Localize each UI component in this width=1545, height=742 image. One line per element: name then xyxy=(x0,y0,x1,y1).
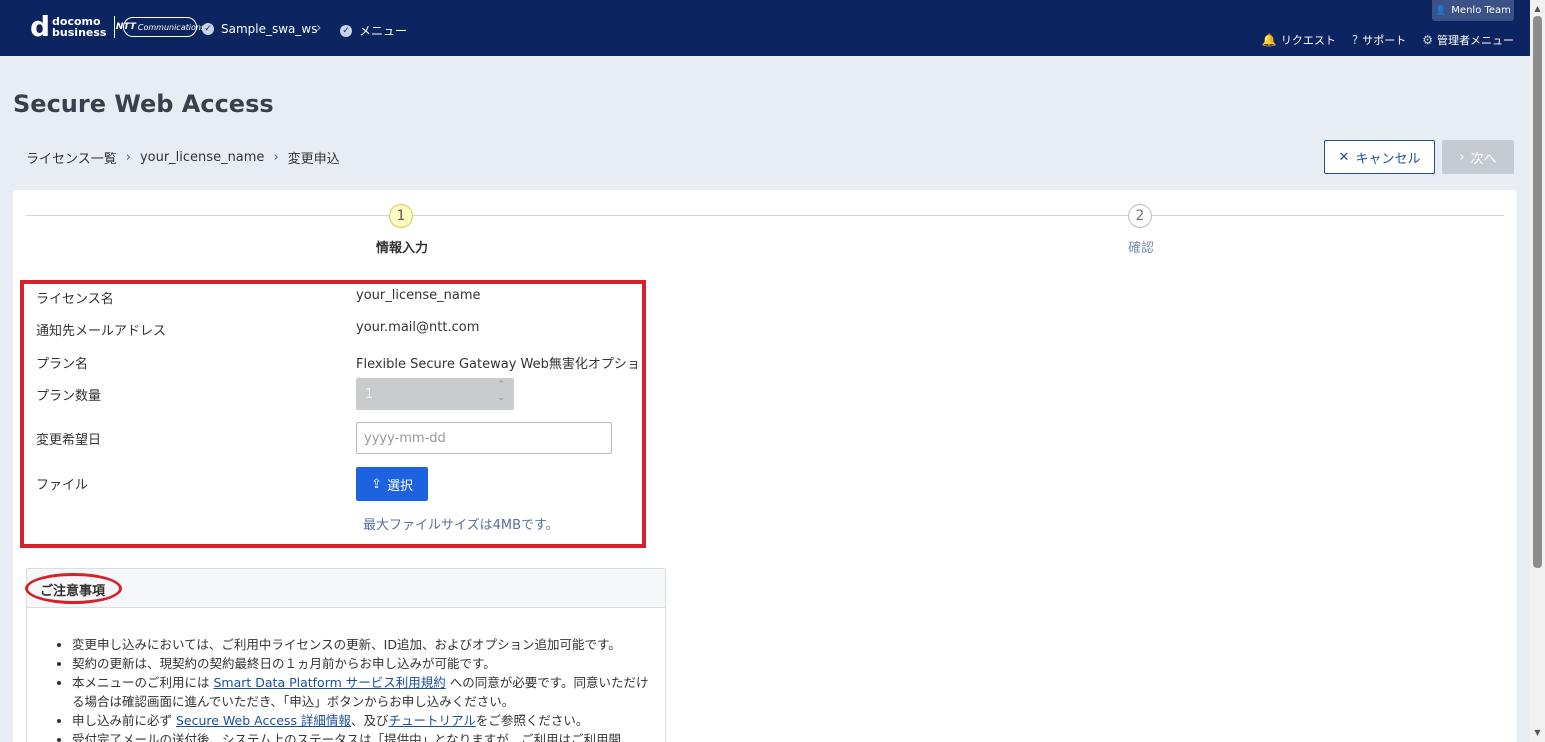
menu-label: メニュー xyxy=(359,24,408,38)
scroll-up-arrow-icon[interactable]: ▲ xyxy=(1530,2,1545,16)
step-2-indicator: 2 xyxy=(1128,204,1152,228)
file-select-button[interactable]: ⇪ 選択 xyxy=(356,467,428,501)
file-label: ファイル xyxy=(36,478,89,493)
chevron-right-icon: › xyxy=(125,150,131,165)
quantity-value: 1 xyxy=(365,387,374,402)
form-section: ライセンス名 your_license_name 通知先メールアドレス your… xyxy=(20,280,646,548)
breadcrumb-license-list[interactable]: ライセンス一覧 xyxy=(26,148,117,167)
chevron-right-icon: › xyxy=(1459,149,1465,165)
docomo-d-icon: d xyxy=(30,10,51,43)
notice-panel: ご注意事項 変更申し込みにおいては、ご利用中ライセンスの更新、ID追加、およびオ… xyxy=(25,568,666,742)
team-name: Menlo Team xyxy=(1451,5,1511,16)
chevron-right-icon: › xyxy=(316,20,322,36)
quantity-stepper[interactable]: 1 ⌃ ⌄ xyxy=(356,378,514,410)
chevron-right-icon: › xyxy=(273,150,279,165)
help-circle-icon: ? xyxy=(1351,33,1359,47)
list-item: 申し込み前に必ず Secure Web Access 詳細情報、及びチュートリア… xyxy=(72,711,652,730)
upload-icon: ⇪ xyxy=(371,476,382,492)
team-badge[interactable]: 👤 Menlo Team xyxy=(1432,0,1514,21)
change-date-input[interactable]: yyyy-mm-dd xyxy=(356,422,612,454)
cancel-button[interactable]: ✕ キャンセル xyxy=(1324,140,1435,174)
list-item: 変更申し込みにおいては、ご利用中ライセンスの更新、ID追加、およびオプション追加… xyxy=(72,635,652,654)
header-links: 🔔 リクエスト ? サポート ⚙ 管理者メニュー xyxy=(1262,32,1514,48)
spinner-arrows-icon[interactable]: ⌃ ⌄ xyxy=(497,379,505,405)
top-header: d docomo business NTT Communications ✓ Sa… xyxy=(0,0,1530,56)
license-name-value: your_license_name xyxy=(356,288,481,303)
terms-of-service-link[interactable]: Smart Data Platform サービス利用規約 xyxy=(213,675,445,690)
email-label: 通知先メールアドレス xyxy=(36,324,167,339)
file-size-note: 最大ファイルサイズは4MBです。 xyxy=(363,518,559,533)
scroll-down-arrow-icon[interactable]: ▼ xyxy=(1530,726,1545,740)
close-icon: ✕ xyxy=(1338,149,1350,165)
breadcrumb-current: 変更申込 xyxy=(287,152,340,167)
list-item: 本メニューのご利用には Smart Data Platform サービス利用規約… xyxy=(72,673,652,711)
highlight-ellipse xyxy=(25,573,122,604)
license-name-label: ライセンス名 xyxy=(36,292,114,307)
support-link[interactable]: ? サポート xyxy=(1352,32,1406,48)
step-1-label: 情報入力 xyxy=(376,241,429,256)
breadcrumb: ライセンス一覧 › your_license_name › 変更申込 xyxy=(26,148,340,167)
list-item: 受付完了メールの送付後、システム上のステータスは「提供中」となりますが、ご利用は… xyxy=(72,730,652,742)
main-card: 1 2 情報入力 確認 ライセンス名 your_license_name 通知先… xyxy=(13,190,1517,742)
quantity-label: プラン数量 xyxy=(36,389,102,404)
workspace-link[interactable]: ✓ Sample_swa_ws xyxy=(202,22,317,36)
scroll-thumb[interactable] xyxy=(1533,16,1542,568)
stepper-line xyxy=(26,215,1504,216)
next-button[interactable]: › 次へ xyxy=(1442,140,1514,174)
notice-header: ご注意事項 xyxy=(25,569,665,608)
menu-link[interactable]: ✓ メニュー xyxy=(340,22,407,39)
tutorial-link[interactable]: チュートリアル xyxy=(388,713,475,728)
breadcrumb-license-name[interactable]: your_license_name xyxy=(140,150,264,165)
request-link[interactable]: 🔔 リクエスト xyxy=(1262,32,1336,48)
docomo-business-logo[interactable]: d docomo business NTT Communications xyxy=(30,10,205,43)
gear-icon: ⚙ xyxy=(1422,33,1433,47)
email-value: your.mail@ntt.com xyxy=(356,320,480,335)
step-2-label: 確認 xyxy=(1128,241,1155,256)
workspace-name: Sample_swa_ws xyxy=(221,22,318,36)
check-circle-icon: ✓ xyxy=(340,24,352,37)
check-circle-icon: ✓ xyxy=(202,23,214,35)
details-link[interactable]: Secure Web Access 詳細情報 xyxy=(176,713,351,728)
admin-menu-link[interactable]: ⚙ 管理者メニュー xyxy=(1422,32,1514,48)
page-title: Secure Web Access xyxy=(13,90,274,118)
plan-name-label: プラン名 xyxy=(36,357,89,372)
notice-list: 変更申し込みにおいては、ご利用中ライセンスの更新、ID追加、およびオプション追加… xyxy=(72,635,652,742)
step-1-indicator: 1 xyxy=(389,204,413,228)
change-date-label: 変更希望日 xyxy=(36,433,102,448)
bell-icon: 🔔 xyxy=(1261,33,1277,47)
ntt-communications-logo: NTT Communications xyxy=(116,17,205,37)
logo-text-bottom: business xyxy=(52,26,107,39)
user-icon: 👤 xyxy=(1435,5,1447,16)
vertical-scrollbar[interactable]: ▲ ▼ xyxy=(1530,0,1545,742)
list-item: 契約の更新は、現契約の契約最終日の１ヵ月前からお申し込みが可能です。 xyxy=(72,654,652,673)
